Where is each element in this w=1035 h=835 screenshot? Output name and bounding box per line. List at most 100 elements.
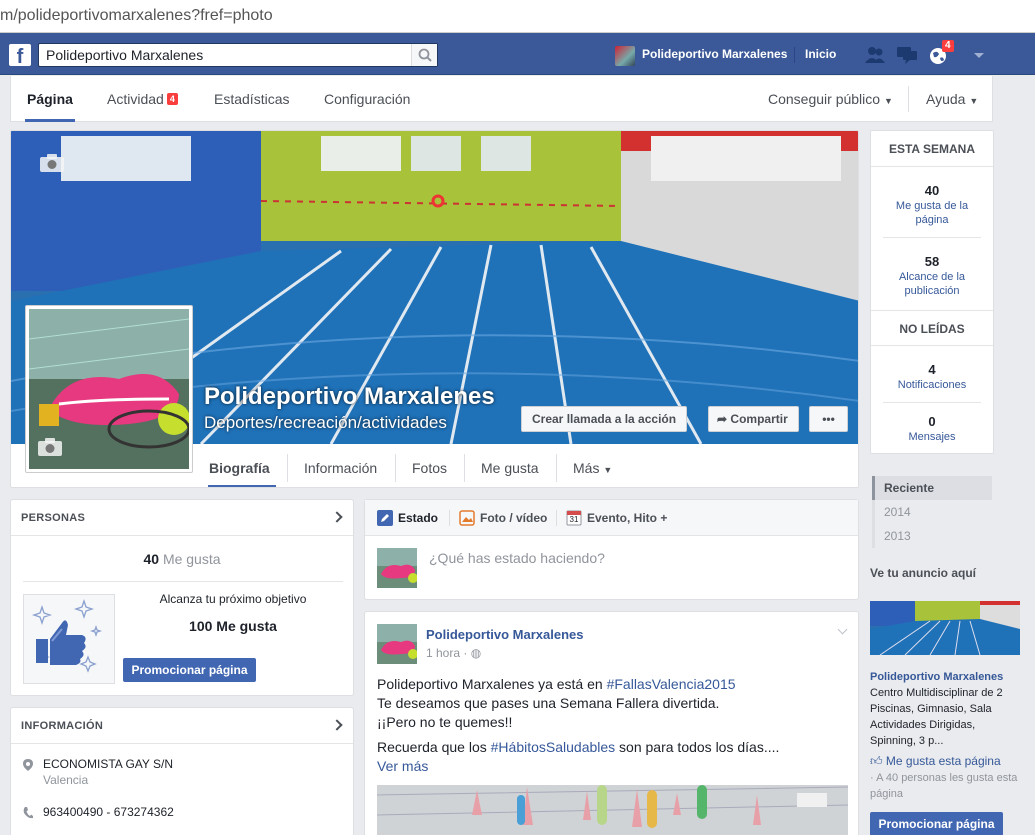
likes-week-label[interactable]: Me gusta de la página xyxy=(881,199,983,227)
messages-count[interactable]: 0 xyxy=(871,414,993,429)
divider xyxy=(395,454,396,482)
phone-number[interactable]: 963400490 - 673274362 xyxy=(43,805,174,819)
notifications-count[interactable]: 4 xyxy=(871,362,993,377)
page-admin-nav: Página Actividad 4 Estadísticas Configura… xyxy=(10,76,993,122)
cover-card: Polideportivo Marxalenes Deportes/recrea… xyxy=(10,130,859,488)
share-button[interactable]: ➦ Compartir xyxy=(708,406,799,432)
this-week-panel: ESTA SEMANA 40 Me gusta de la página 58 … xyxy=(870,130,994,454)
timeline-item-2014[interactable]: 2014 xyxy=(872,500,992,524)
this-week-heading: ESTA SEMANA xyxy=(871,131,993,167)
url-text[interactable]: m/polideportivomarxalenes?fref=photo xyxy=(0,7,273,25)
timeline-item-2013[interactable]: 2013 xyxy=(872,524,992,548)
hashtag-habitos[interactable]: #HábitosSaludables xyxy=(491,739,616,755)
composer-input[interactable]: ¿Qué has estado haciendo? xyxy=(429,550,605,566)
goal-value: 100 Me gusta xyxy=(189,618,277,634)
profile-image xyxy=(29,309,189,469)
page-category[interactable]: Deportes/recreación/actividades xyxy=(204,413,447,433)
divider xyxy=(23,581,343,582)
post-author[interactable]: Polideportivo Marxalenes xyxy=(426,627,584,642)
address-line[interactable]: ECONOMISTA GAY S/N xyxy=(43,757,173,771)
account-menu-caret-icon[interactable] xyxy=(974,53,984,58)
divider xyxy=(464,454,465,482)
divider xyxy=(883,402,981,403)
reach-label[interactable]: Alcance de la publicación xyxy=(881,270,983,298)
ad-promote-button[interactable]: Promocionar página xyxy=(870,812,1003,835)
actividad-badge: 4 xyxy=(166,93,178,105)
address-city: Valencia xyxy=(43,773,89,787)
search-button[interactable] xyxy=(411,44,437,66)
post-line-4: Recuerda que los #HábitosSaludables son … xyxy=(377,738,779,757)
browser-url-bar[interactable]: m/polideportivomarxalenes?fref=photo xyxy=(0,0,1035,33)
thumbs-up-stars-icon xyxy=(31,598,103,673)
share-arrow-icon: ➦ xyxy=(717,412,728,426)
map-pin-icon xyxy=(23,759,33,771)
thumbs-up-icon: 👍︎ xyxy=(870,754,883,768)
chevron-right-icon xyxy=(331,719,343,731)
tab-biografia[interactable]: Biografía xyxy=(209,460,270,476)
notification-badge: 4 xyxy=(942,40,954,52)
promote-page-button[interactable]: Promocionar página xyxy=(123,658,256,682)
post-card: Polideportivo Marxalenes 1 hora · ◍ Poli… xyxy=(364,611,859,835)
personas-card: PERSONAS 40 Me gusta Alcanza tu próximo … xyxy=(10,499,354,696)
nav-actividad[interactable]: Actividad 4 xyxy=(107,91,178,107)
timeline-item-recent[interactable]: Reciente xyxy=(872,476,992,500)
hashtag-fallas[interactable]: #FallasValencia2015 xyxy=(607,676,736,692)
nav-conseguir-publico[interactable]: Conseguir público ▼ xyxy=(768,91,893,107)
nav-estadisticas[interactable]: Estadísticas xyxy=(214,91,289,107)
post-line-4-tail: son para todos los días.... xyxy=(615,739,780,755)
composer-tab-evento[interactable]: Evento, Hito + xyxy=(587,511,667,525)
nav-configuracion[interactable]: Configuración xyxy=(324,91,410,107)
post-photo[interactable] xyxy=(377,785,848,835)
notifications-label[interactable]: Notificaciones xyxy=(881,378,983,392)
divider xyxy=(794,47,795,63)
phone-icon xyxy=(23,807,33,819)
page-avatar[interactable] xyxy=(615,46,635,66)
nav-ayuda[interactable]: Ayuda ▼ xyxy=(926,91,978,107)
tab-mas[interactable]: Más ▼ xyxy=(573,460,612,476)
create-cta-button[interactable]: Crear llamada a la acción xyxy=(521,406,688,432)
search-box[interactable] xyxy=(38,43,438,67)
avatar-thumb xyxy=(377,548,417,583)
tab-fotos[interactable]: Fotos xyxy=(412,460,447,476)
post-options-chevron-icon[interactable] xyxy=(837,624,848,635)
ad-page-name[interactable]: Polideportivo Marxalenes xyxy=(870,671,1003,683)
change-cover-camera-icon[interactable] xyxy=(39,153,65,173)
nav-pagina[interactable]: Página xyxy=(27,91,73,107)
ad-pool-photo xyxy=(870,601,1020,655)
reach-count[interactable]: 58 xyxy=(871,254,993,269)
page-title[interactable]: Polideportivo Marxalenes xyxy=(204,383,495,411)
calendar-day: 31 xyxy=(569,515,579,524)
likes-week-count[interactable]: 40 xyxy=(871,183,993,198)
personas-likes[interactable]: 40 Me gusta xyxy=(11,551,353,567)
tab-informacion[interactable]: Información xyxy=(304,460,377,476)
composer-tab-estado[interactable]: Estado xyxy=(398,511,438,525)
personas-heading[interactable]: PERSONAS xyxy=(11,500,353,536)
see-more-link[interactable]: Ver más xyxy=(377,757,428,776)
messages-label[interactable]: Mensajes xyxy=(881,430,983,444)
friend-requests-icon[interactable] xyxy=(864,45,886,65)
goal-illustration xyxy=(23,594,115,684)
home-link[interactable]: Inicio xyxy=(805,47,836,61)
composer-tab-foto[interactable]: Foto / vídeo xyxy=(480,511,547,525)
timeline-years: Reciente 2014 2013 xyxy=(872,476,992,548)
caret-down-icon: ▼ xyxy=(883,96,893,106)
tab-me-gusta[interactable]: Me gusta xyxy=(481,460,539,476)
divider xyxy=(287,454,288,482)
post-time[interactable]: 1 hora · ◍ xyxy=(426,646,481,660)
messages-icon[interactable] xyxy=(896,45,918,65)
top-bluebar: f Polideportivo Marxalenes Inicio 4 xyxy=(0,33,1035,75)
informacion-heading-label: INFORMACIÓN xyxy=(21,720,104,732)
more-options-button[interactable]: ••• xyxy=(809,406,848,432)
facebook-logo-icon[interactable]: f xyxy=(9,44,31,66)
user-name-link[interactable]: Polideportivo Marxalenes xyxy=(642,47,787,61)
ad-like-link[interactable]: 👍︎ Me gusta esta página xyxy=(870,754,1001,769)
divider xyxy=(556,454,557,482)
profile-picture[interactable] xyxy=(25,305,193,473)
search-input[interactable] xyxy=(39,44,409,66)
change-profile-camera-icon[interactable] xyxy=(37,437,63,457)
divider xyxy=(908,86,909,112)
informacion-heading[interactable]: INFORMACIÓN xyxy=(11,708,353,744)
post-author-avatar[interactable] xyxy=(377,624,417,664)
post-time-label: 1 hora · xyxy=(426,646,468,660)
ad-image[interactable] xyxy=(870,601,1020,655)
